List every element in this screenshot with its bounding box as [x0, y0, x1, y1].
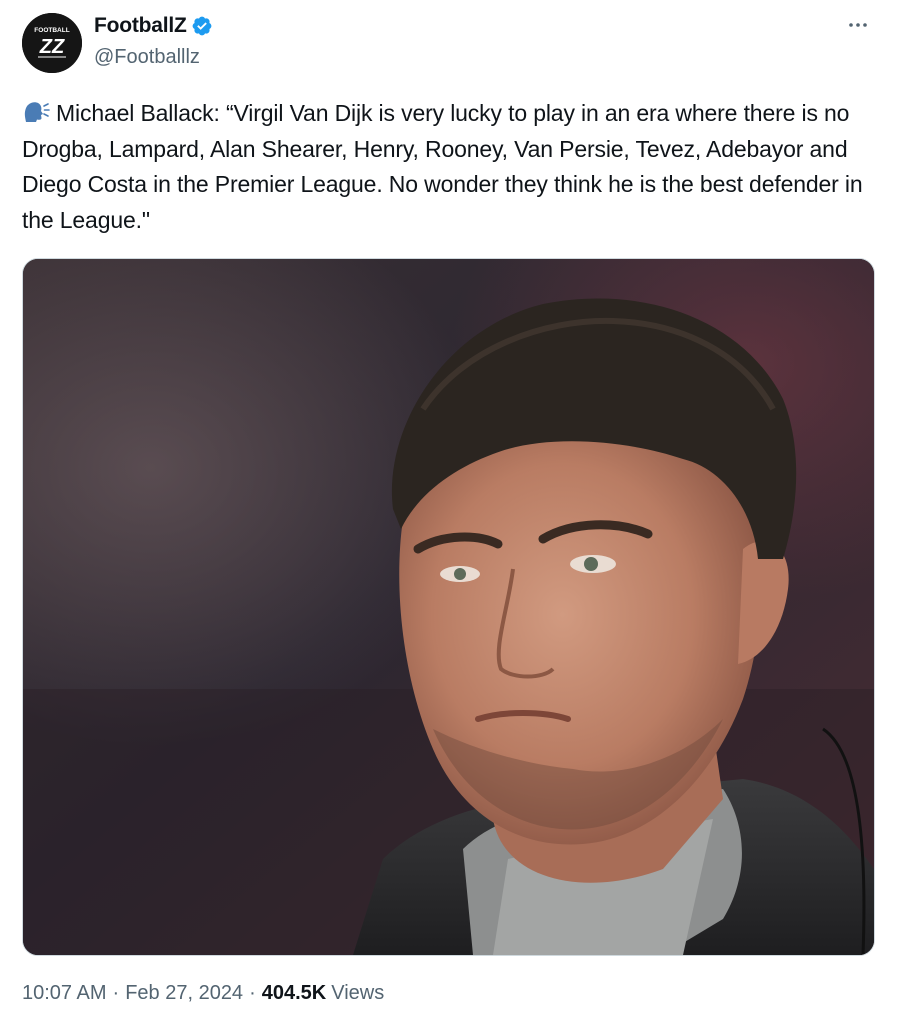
- more-options-button[interactable]: [843, 10, 873, 40]
- avatar[interactable]: FOOTBALL ZZ: [22, 13, 82, 73]
- avatar-wordmark: FOOTBALL: [34, 27, 69, 34]
- speaking-head-icon: [22, 100, 50, 126]
- tweet-photo[interactable]: [22, 258, 875, 956]
- author-handle[interactable]: @Footballlz: [94, 46, 200, 69]
- meta-separator: ·: [112, 982, 120, 1004]
- views-count[interactable]: 404.5K: [262, 982, 327, 1005]
- tweet-text: Michael Ballack: “Virgil Van Dijk is ver…: [22, 96, 882, 238]
- display-name[interactable]: FootballZ: [94, 14, 187, 38]
- views-label: Views: [331, 982, 385, 1004]
- portrait-photo: [23, 259, 874, 955]
- meta-separator: ·: [249, 982, 256, 1004]
- tweet-card: FOOTBALL ZZ FootballZ @Footballlz Michae…: [0, 0, 899, 1024]
- author-name-row[interactable]: FootballZ: [94, 12, 213, 40]
- tweet-time[interactable]: 10:07 AM: [22, 982, 107, 1005]
- verified-badge-icon[interactable]: [191, 15, 213, 37]
- ellipsis-icon: [849, 23, 867, 27]
- tweet-date[interactable]: Feb 27, 2024: [125, 982, 243, 1005]
- tweet-meta: 10:07 AM · Feb 27, 2024 · 404.5K Views: [22, 982, 384, 1005]
- avatar-monogram: ZZ: [39, 36, 65, 58]
- tweet-body: Michael Ballack: “Virgil Van Dijk is ver…: [22, 100, 869, 233]
